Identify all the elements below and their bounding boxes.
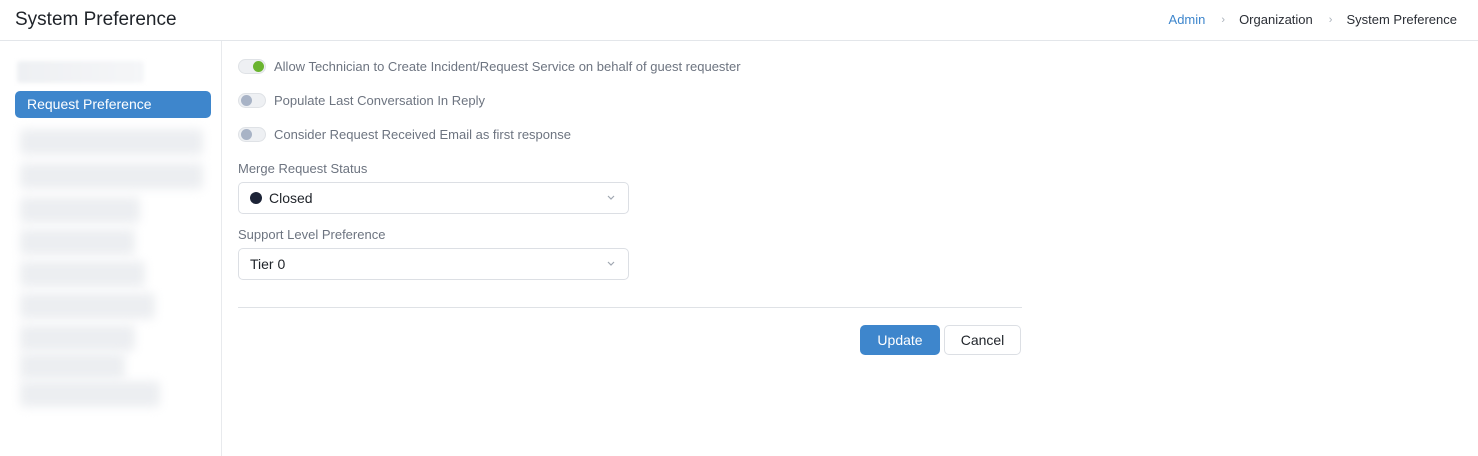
guest-requester-label: Allow Technician to Create Incident/Requ… xyxy=(274,59,741,74)
merge-status-select[interactable]: Closed xyxy=(238,182,629,214)
breadcrumb-organization: Organization xyxy=(1239,12,1313,27)
first-response-toggle[interactable] xyxy=(238,127,266,142)
update-button[interactable]: Update xyxy=(860,325,940,355)
sidebar-item-request-preference[interactable]: Request Preference xyxy=(15,91,211,118)
status-dot-icon xyxy=(250,192,262,204)
form-divider xyxy=(238,307,1022,308)
support-level-select[interactable]: Tier 0 xyxy=(238,248,629,280)
chevron-right-icon: › xyxy=(1328,13,1333,26)
toggle-knob xyxy=(241,95,252,106)
sidebar-blurred-item xyxy=(20,129,203,155)
toggle-knob xyxy=(241,129,252,140)
breadcrumb-admin[interactable]: Admin xyxy=(1169,12,1206,27)
toggle-row-guest-requester: Allow Technician to Create Incident/Requ… xyxy=(238,59,741,74)
page-header: System Preference Admin › Organization ›… xyxy=(0,0,1478,41)
sidebar-blurred-items xyxy=(20,129,203,409)
last-conversation-toggle[interactable] xyxy=(238,93,266,108)
chevron-right-icon: › xyxy=(1221,13,1226,26)
sidebar-blurred-item xyxy=(20,261,145,287)
last-conversation-label: Populate Last Conversation In Reply xyxy=(274,93,486,108)
merge-status-label: Merge Request Status xyxy=(238,161,368,176)
cancel-button[interactable]: Cancel xyxy=(944,325,1021,355)
chevron-down-icon xyxy=(607,261,615,266)
sidebar: Request Preference xyxy=(0,41,222,456)
breadcrumb-system-preference: System Preference xyxy=(1346,12,1457,27)
sidebar-blurred-item xyxy=(20,229,135,255)
breadcrumb: Admin › Organization › System Preference xyxy=(1169,12,1457,27)
sidebar-blurred-item xyxy=(20,353,125,379)
sidebar-blurred-item xyxy=(20,197,140,223)
toggle-knob xyxy=(253,61,264,72)
sidebar-blurred-item xyxy=(20,293,155,319)
support-level-value: Tier 0 xyxy=(250,256,286,272)
sidebar-blurred-item xyxy=(20,325,135,351)
sidebar-blurred-item xyxy=(20,163,203,189)
sidebar-blurred-item xyxy=(20,381,160,407)
guest-requester-toggle[interactable] xyxy=(238,59,266,74)
sidebar-blurred-heading xyxy=(17,61,144,83)
support-level-label: Support Level Preference xyxy=(238,227,386,242)
merge-status-value: Closed xyxy=(269,190,313,206)
page-title: System Preference xyxy=(15,9,177,30)
toggle-row-last-conversation: Populate Last Conversation In Reply xyxy=(238,93,485,108)
chevron-down-icon xyxy=(607,195,615,200)
toggle-row-first-response: Consider Request Received Email as first… xyxy=(238,127,571,142)
first-response-label: Consider Request Received Email as first… xyxy=(274,127,571,142)
